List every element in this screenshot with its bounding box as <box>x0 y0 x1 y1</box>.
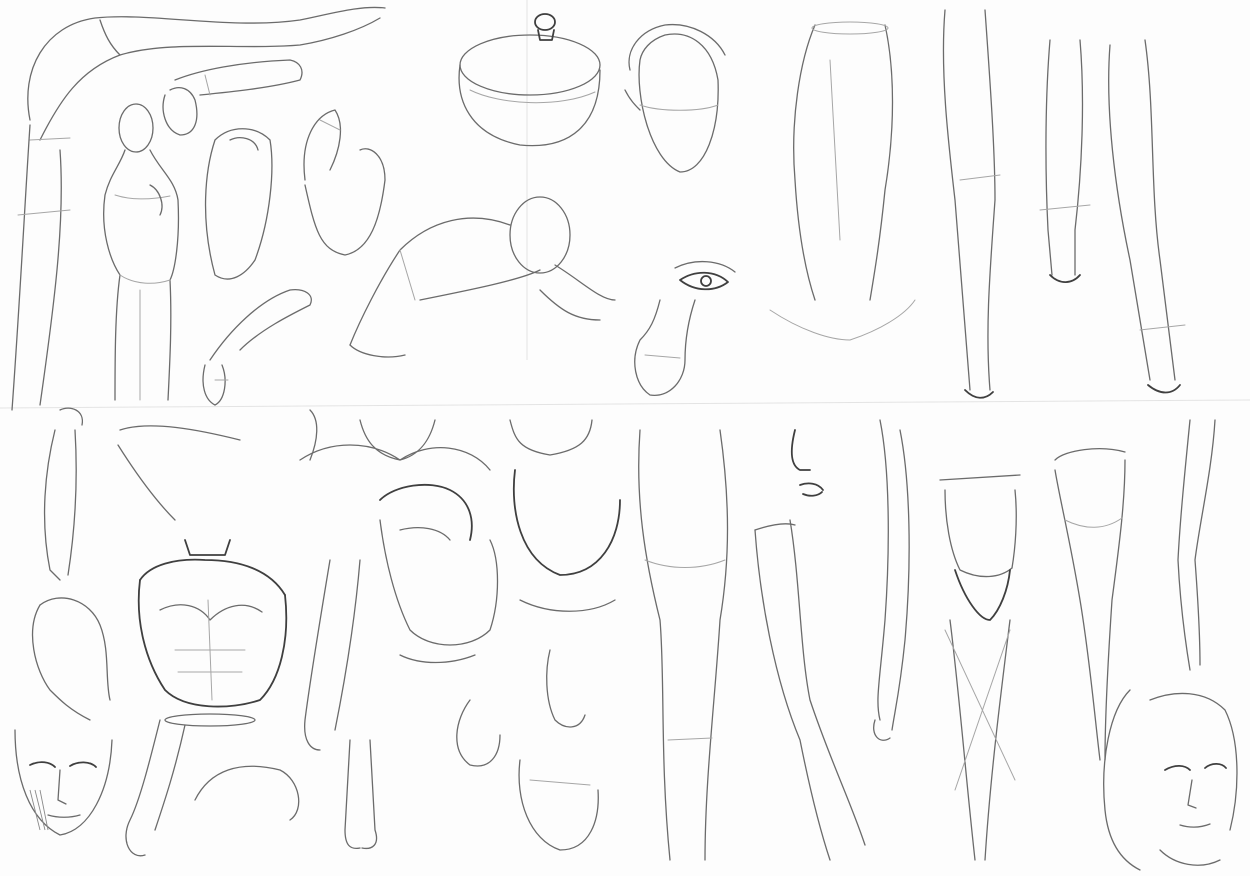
pair-of-legs-sketch <box>1039 39 1186 394</box>
overhead-arm-sketch <box>117 425 241 521</box>
eye-study-sketch <box>674 260 736 291</box>
forearm-hand-sketch <box>162 59 303 136</box>
hip-legs-sketch <box>1054 448 1126 761</box>
hanging-hand-sketch <box>202 289 312 406</box>
standing-figure-legs-sketch <box>939 474 1021 861</box>
legs-feet-sketch <box>344 739 378 850</box>
large-chest-sketch <box>509 419 621 612</box>
female-face-sketch <box>1103 689 1238 871</box>
face-profile-sketch <box>456 649 586 767</box>
chest-study-sketch <box>379 483 499 664</box>
face-study-sketch <box>14 729 113 836</box>
downward-head-sketch <box>518 759 599 851</box>
paper-fold-line <box>0 399 1250 409</box>
raised-hand-arm-sketch <box>303 109 386 256</box>
sketch-sheet <box>0 0 1250 876</box>
nose-lips-study-sketch <box>790 429 824 497</box>
head-outline-sketch <box>624 23 726 173</box>
skirt-torso-sketch <box>769 21 916 341</box>
fist-sketch <box>634 299 696 396</box>
outstretched-arm-hand-sketch <box>125 719 300 857</box>
thighs-legs-sketch <box>638 429 729 861</box>
raised-forearm-sketch <box>43 407 83 581</box>
sketch-canvas <box>0 0 1250 871</box>
long-leg-sketch <box>754 519 866 861</box>
standing-legs-sketch <box>942 9 1001 399</box>
hanging-arm-sketch <box>304 559 361 751</box>
bald-head-profile-sketch <box>32 597 111 721</box>
muscular-torso-sketch <box>137 539 288 727</box>
bent-arm-sketch <box>204 128 273 280</box>
shoulder-torso-sketch <box>299 409 491 471</box>
raised-arm-sketch <box>11 6 386 411</box>
side-arm-sketch <box>873 419 910 741</box>
standing-figure-sketch <box>103 103 180 401</box>
reclining-figure-sketch <box>349 196 616 358</box>
slim-arm-sketch <box>1177 419 1216 671</box>
lidded-pot-sketch <box>458 13 601 147</box>
